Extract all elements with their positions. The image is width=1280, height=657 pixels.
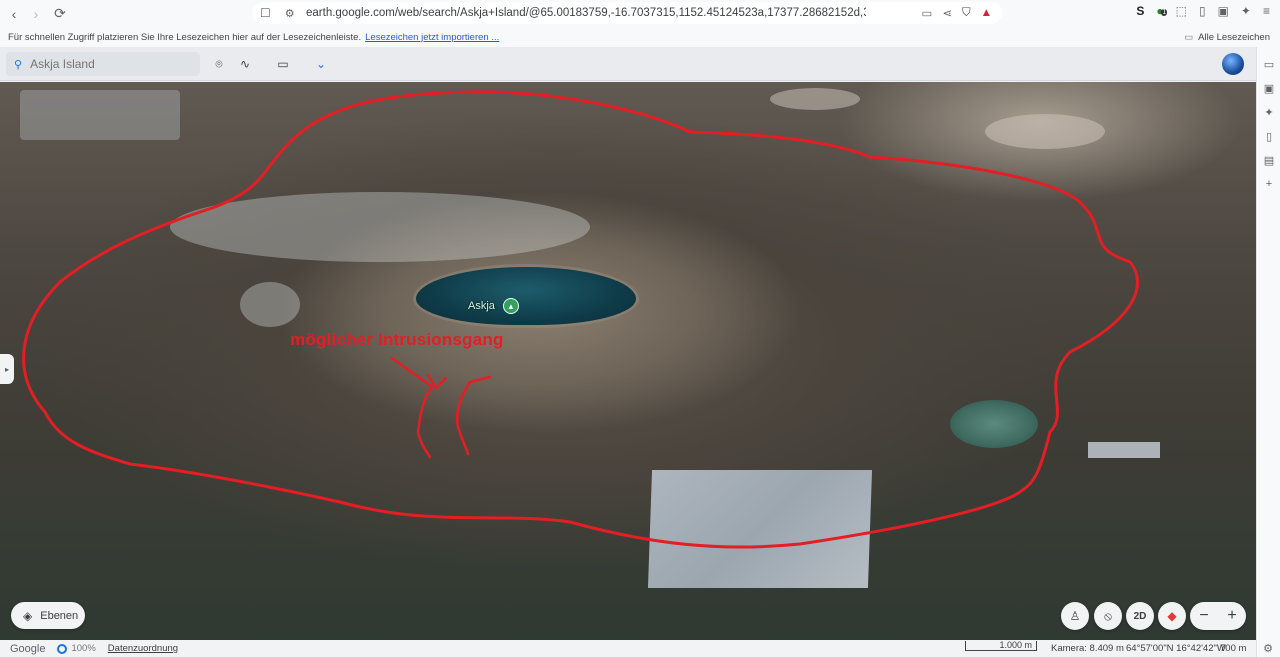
measure-icon[interactable]: ▭ (274, 56, 292, 72)
settings-gear-icon[interactable]: ⚙ (1256, 640, 1280, 657)
intrusion-line-right (455, 375, 492, 456)
snow-terrain (240, 282, 300, 327)
tilt-icon: ⦸ (1104, 608, 1112, 623)
coordinates: 64°57'00"N 16°42'42"W (1126, 643, 1226, 654)
place-label-askja[interactable]: Askja (468, 300, 495, 312)
pegman-button[interactable]: ♙ (1061, 602, 1089, 630)
search-box[interactable]: ⚲ (6, 52, 200, 76)
bookmarks-hint: Für schnellen Zugriff platzieren Sie Ihr… (8, 31, 362, 43)
layers-icon: ◈ (23, 608, 33, 623)
scale-bar: 1.000 m (965, 641, 1037, 651)
mountain-terrain (770, 88, 860, 110)
brave-rewards-icon[interactable]: ▲ (981, 7, 992, 19)
wallet-side-icon[interactable]: ▣ (1262, 81, 1276, 95)
layers-label: Ebenen (40, 609, 79, 622)
bookmarks-bar: Für schnellen Zugriff platzieren Sie Ihr… (0, 27, 1280, 47)
map-viewport[interactable]: Askja ▲ möglicher Intrusionsgang ▸ ◈ Ebe… (0, 82, 1256, 640)
search-input[interactable] (30, 57, 181, 71)
menu-icon[interactable]: ≡ (1263, 4, 1270, 18)
brave-shield-icon[interactable]: ⛉ (962, 7, 971, 20)
leo-ai-icon[interactable]: ✦ (1241, 4, 1251, 18)
expand-panel-tab[interactable]: ▸ (0, 354, 14, 384)
mountain-terrain (985, 114, 1105, 149)
extension-badge-icon[interactable]: ● 1 (1156, 4, 1168, 18)
annotation-text: möglicher Intrusionsgang (290, 330, 504, 349)
url-text[interactable]: earth.google.com/web/search/Askja+Island… (306, 7, 866, 19)
intrusion-line-left (390, 356, 434, 459)
browser-side-panel: ▭ ▣ ✦ ▯ ▤ + (1256, 47, 1280, 657)
bookmark-star-icon[interactable]: ☐ (260, 6, 271, 20)
cast-icon[interactable]: ▭ (921, 6, 932, 20)
wallet-icon[interactable]: ▣ (1218, 4, 1229, 18)
volcano-pin-icon[interactable]: ▲ (503, 298, 519, 314)
extension-badge-count: 1 (1161, 9, 1168, 16)
site-info-icon[interactable]: ⚙ (285, 7, 295, 20)
tilt-button[interactable]: ⦸ (1094, 602, 1122, 630)
all-bookmarks-label: Alle Lesezeichen (1198, 31, 1270, 43)
pegman-icon: ♙ (1069, 609, 1081, 623)
reload-icon[interactable]: ⟳ (50, 4, 70, 24)
account-avatar[interactable] (1222, 53, 1244, 75)
sidebar-toggle-icon[interactable]: ▯ (1199, 4, 1206, 18)
viti-lake (950, 400, 1038, 448)
elevation: 700 m (1220, 643, 1247, 654)
layers-button[interactable]: ◈ Ebenen (11, 602, 85, 629)
address-bar[interactable]: ☐ ⚙ earth.google.com/web/search/Askja+Is… (252, 2, 1002, 24)
leo-side-icon[interactable]: ✦ (1262, 105, 1276, 119)
extension-s-icon[interactable]: S (1136, 4, 1144, 18)
folder-icon: ▭ (1184, 31, 1194, 43)
back-icon[interactable]: ‹ (4, 4, 24, 24)
extensions-puzzle-icon[interactable]: ⬚ (1176, 4, 1187, 18)
scale-label: 1.000 m (999, 640, 1032, 650)
browser-toolbar: ‹ › ⟳ ☐ ⚙ earth.google.com/web/search/As… (0, 0, 1280, 27)
mode-2d-button[interactable]: 2D (1126, 602, 1154, 630)
zoom-in-button[interactable]: + (1227, 607, 1236, 625)
import-bookmarks-link[interactable]: Lesezeichen jetzt importieren ... (365, 32, 499, 43)
chevron-down-icon[interactable]: ⌄ (312, 56, 330, 72)
mode-2d-label: 2D (1133, 610, 1147, 622)
imagery-patch (1088, 442, 1160, 458)
status-bar: Google 100% Datenzuordnung 1.000 m Kamer… (0, 640, 1256, 657)
video-icon[interactable]: ▭ (1262, 57, 1276, 71)
chevron-right-icon: ▸ (4, 364, 9, 374)
zoom-control: − + (1190, 602, 1246, 630)
snow-terrain (170, 192, 590, 262)
askja-lake (416, 267, 636, 325)
compass-button[interactable]: ◆ (1158, 602, 1186, 630)
compass-icon: ◆ (1167, 609, 1177, 623)
imagery-patch (647, 470, 873, 588)
imagery-patch (20, 90, 180, 140)
reading-list-icon[interactable]: ▤ (1262, 153, 1276, 167)
all-bookmarks-button[interactable]: ▭ Alle Lesezeichen (1184, 32, 1270, 43)
camera-altitude: Kamera: 8.409 m (1051, 643, 1124, 654)
zoom-out-button[interactable]: − (1199, 607, 1208, 625)
loading-ring-icon (57, 643, 68, 654)
bookmark-side-icon[interactable]: ▯ (1262, 129, 1276, 143)
search-icon: ⚲ (14, 58, 23, 71)
share-icon[interactable]: ⋖ (942, 6, 952, 20)
load-percent: 100% (71, 643, 96, 654)
earth-toolbar: ⚲ ⌾ ∿ ▭ ⌄ (0, 47, 1256, 81)
data-attribution-link[interactable]: Datenzuordnung (108, 643, 178, 654)
add-path-icon[interactable]: ∿ (236, 56, 254, 72)
google-logo: Google (10, 642, 46, 655)
annotation-drawing (22, 90, 1139, 549)
add-panel-icon[interactable]: + (1262, 177, 1276, 191)
add-placemark-icon[interactable]: ⌾ (210, 56, 228, 72)
intrusion-line-arrow (426, 373, 448, 391)
forward-icon[interactable]: › (26, 4, 46, 24)
